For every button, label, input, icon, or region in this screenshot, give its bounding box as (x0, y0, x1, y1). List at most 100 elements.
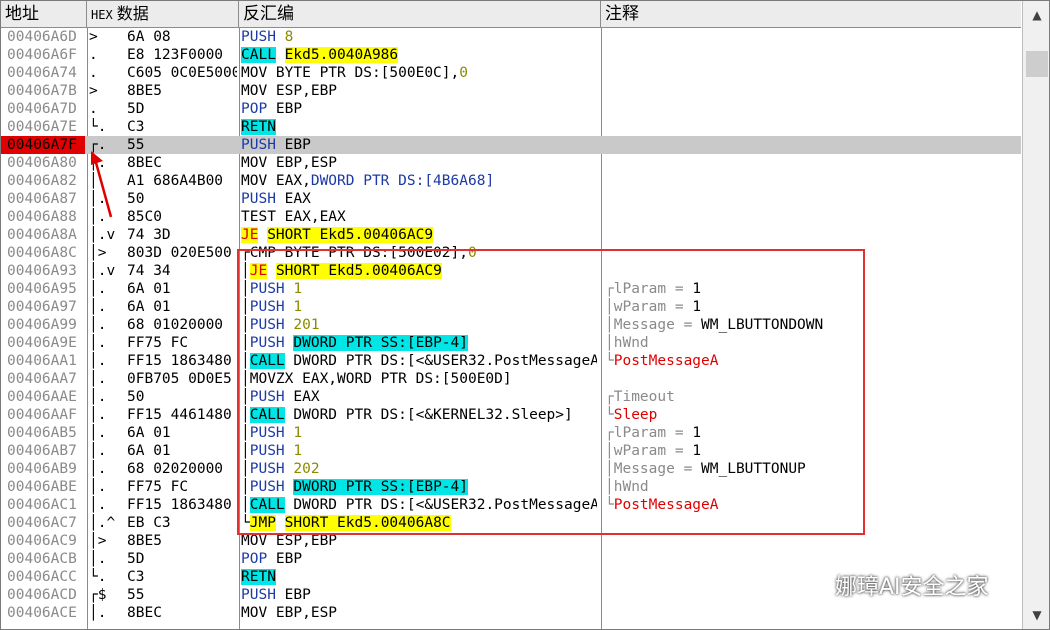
table-row[interactable]: 00406AA7 │. 0FB705 0D0E5 │MOVZX EAX,WORD P… (1, 370, 1021, 388)
table-row[interactable]: 00406A99 │. 68 01020000 │PUSH 201 │Message … (1, 316, 1021, 334)
instruction-token: │ (241, 353, 250, 369)
hex-cell: 8BEC (127, 605, 162, 621)
disassembly-cell: └JMP SHORT Ekd5.00406A8C (241, 514, 597, 532)
disassembly-cell: MOV EBP,ESP (241, 604, 597, 622)
disassembly-cell: │MOVZX EAX,WORD PTR DS:[500E0D] (241, 370, 597, 388)
table-row[interactable]: 00406AA1 │. FF15 1863480 │CALL DWORD PTR D… (1, 352, 1021, 370)
instruction-token: MOV EBP,ESP (241, 605, 338, 621)
table-row[interactable]: 00406A7D. 5D POP EBP (1, 100, 1021, 118)
table-row[interactable]: 00406A9E │. FF75 FC │PUSH DWORD PTR SS:[EB… (1, 334, 1021, 352)
data-label: 数据 (116, 4, 149, 23)
instruction-token: │ (241, 389, 250, 405)
instruction-token: PUSH (249, 317, 285, 333)
table-row[interactable]: 00406A95 │. 6A 01 │PUSH 1 ┌lParam = 1 (1, 280, 1021, 298)
scroll-up-icon[interactable]: ▲ (1023, 3, 1049, 27)
instruction-token: MOV EAX, (241, 173, 311, 189)
hex-cell: 5D (127, 551, 145, 567)
table-row[interactable]: 00406A6D > 6A 08 PUSH 8 (1, 28, 1021, 46)
column-header-disassembly[interactable]: 反汇编 (239, 1, 601, 27)
column-header-comment[interactable]: 注释 (601, 1, 1021, 27)
hex-cell: 0FB705 0D0E5 (127, 371, 232, 387)
table-row[interactable]: 00406AB7 │. 6A 01 │PUSH 1 │wParam = 1 (1, 442, 1021, 460)
table-row[interactable]: 00406A7F ┌. 55 PUSH EBP (1, 136, 1021, 154)
instruction-token: 202 (293, 461, 320, 477)
flow-marker-cell: . (89, 47, 107, 63)
scroll-down-icon[interactable]: ▼ (1023, 603, 1049, 627)
instruction-token: EAX (275, 191, 311, 207)
address-cell: 00406A6D (7, 29, 77, 45)
instruction-token: EBP (275, 587, 311, 603)
table-row[interactable]: 00406A8C │> 803D 020E500 ┌CMP BYTE PTR DS:… (1, 244, 1021, 262)
table-row[interactable]: 00406AB9 │. 68 02020000 │PUSH 202 │Message … (1, 460, 1021, 478)
table-row[interactable]: 00406ACE │. 8BEC MOV EBP,ESP (1, 604, 1021, 622)
comment-token: ┌Timeout (605, 389, 675, 405)
vertical-scrollbar[interactable]: ▲ ▼ (1022, 1, 1049, 629)
flow-marker-cell: │. (89, 173, 107, 189)
address-cell: 00406AA1 (7, 353, 77, 369)
comment-cell (605, 136, 1021, 154)
instruction-token: │ (241, 317, 250, 333)
table-row[interactable]: 00406AAE │. 50 │PUSH EAX ┌Timeout (1, 388, 1021, 406)
table-row[interactable]: 00406A74. C605 0C0E5000 MOV BYTE PTR DS:[… (1, 64, 1021, 82)
hex-cell: A1 686A4B00 (127, 173, 224, 189)
column-header-hex-data[interactable]: HEX 数据 (87, 1, 239, 27)
comment-token: │hWnd (605, 335, 649, 351)
table-row[interactable]: 00406A82 │. A1 686A4B00 MOV EAX,DWORD PTR D… (1, 172, 1021, 190)
table-row[interactable]: 00406AC7 │.^ EB C3 └JMP SHORT Ekd5.00406A8C (1, 514, 1021, 532)
comment-token: │Message = (605, 317, 702, 333)
comment-cell (605, 64, 1021, 82)
instruction-token: 0 (459, 65, 468, 81)
table-row[interactable]: 00406AB5 │. 6A 01 │PUSH 1 ┌lParam = 1 (1, 424, 1021, 442)
flow-marker-cell: > (89, 29, 107, 45)
flow-marker-cell: │. (89, 155, 107, 171)
disassembly-cell: │CALL DWORD PTR DS:[<&KERNEL32.Sleep>] (241, 406, 597, 424)
table-row[interactable]: 00406A7E └. C3 RETN (1, 118, 1021, 136)
flow-marker-cell: │> (89, 245, 116, 261)
hex-cell: C605 0C0E5000 (127, 65, 237, 81)
table-row[interactable]: 00406A88 │. 85C0 TEST EAX,EAX (1, 208, 1021, 226)
instruction-token: PUSH (249, 461, 285, 477)
scrollbar-thumb[interactable] (1026, 51, 1048, 77)
flow-marker-cell: │. (89, 425, 116, 441)
table-row[interactable]: 00406A93 │.v 74 34 │JE SHORT Ekd5.00406AC9 (1, 262, 1021, 280)
table-row[interactable]: 00406A6F. E8 123F0000 CALL Ekd5.0040A986 (1, 46, 1021, 64)
hex-cell: 74 3D (127, 227, 171, 243)
comment-cell (605, 514, 1021, 532)
flow-marker-cell: │. (89, 335, 116, 351)
comment-token: 1 (692, 425, 702, 441)
table-row[interactable]: 00406A97 │. 6A 01 │PUSH 1 │wParam = 1 (1, 298, 1021, 316)
instruction-token: 201 (293, 317, 320, 333)
column-header-address[interactable]: 地址 (1, 1, 87, 27)
comment-token: └ (605, 407, 614, 423)
hex-cell: 55 (127, 587, 145, 603)
address-cell: 00406ACE (7, 605, 77, 621)
table-row[interactable]: 00406AC9 │> 8BE5 MOV ESP,EBP (1, 532, 1021, 550)
table-row[interactable]: 00406A7B > 8BE5 MOV ESP,EBP (1, 82, 1021, 100)
disassembly-cell: TEST EAX,EAX (241, 208, 597, 226)
disassembly-cell: │PUSH DWORD PTR SS:[EBP-4] (241, 334, 597, 352)
address-cell: 00406A7F (1, 136, 85, 154)
comment-token: PostMessageA (613, 353, 719, 369)
flow-marker-cell: │. (89, 209, 107, 225)
table-row[interactable]: 00406A80 │. 8BEC MOV EBP,ESP (1, 154, 1021, 172)
table-row[interactable]: 00406ABE │. FF75 FC │PUSH DWORD PTR SS:[EB… (1, 478, 1021, 496)
hex-cell: 68 02020000 (127, 461, 224, 477)
table-row[interactable]: 00406A8A │.v 74 3D JE SHORT Ekd5.00406AC9 (1, 226, 1021, 244)
comment-cell: │hWnd (605, 478, 1021, 496)
instruction-token: │ (241, 299, 250, 315)
table-row[interactable]: 00406A87 │. 50 PUSH EAX (1, 190, 1021, 208)
table-row[interactable]: 00406AC1 │. FF15 1863480 │CALL DWORD PTR D… (1, 496, 1021, 514)
disassembly-cell: │PUSH EAX (241, 388, 597, 406)
table-row[interactable]: 00406AAF │. FF15 4461480 │CALL DWORD PTR D… (1, 406, 1021, 424)
hex-cell: EB C3 (127, 515, 171, 531)
instruction-token: 1 (293, 443, 303, 459)
instruction-token: SHORT Ekd5.00406A8C (284, 515, 451, 531)
disassembly-cell: MOV EBP,ESP (241, 154, 597, 172)
instruction-token: MOV EBP,ESP (241, 155, 338, 171)
hex-cell: FF75 FC (127, 335, 189, 351)
flow-marker-cell: │. (89, 191, 107, 207)
comment-cell (605, 370, 1021, 388)
instruction-token: DWORD PTR DS:[<&USER32.PostMessageA>] (284, 497, 597, 513)
instruction-token: └ (241, 515, 250, 531)
hex-cell: FF15 1863480 (127, 353, 232, 369)
